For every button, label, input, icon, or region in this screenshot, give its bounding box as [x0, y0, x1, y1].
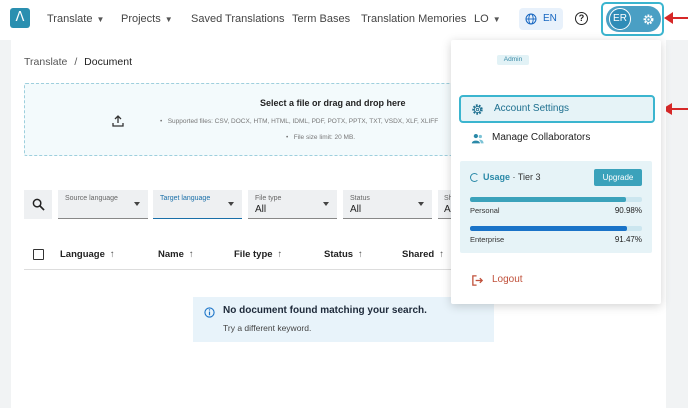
nav-term-bases[interactable]: Term Bases	[292, 13, 350, 25]
upload-icon	[112, 115, 124, 127]
file-type-label: File type	[255, 195, 282, 202]
empty-state-message: No document found matching your search. …	[193, 297, 494, 342]
users-icon	[471, 133, 484, 144]
usage-tier: · Tier 3	[512, 172, 541, 182]
breadcrumb-root[interactable]: Translate	[24, 56, 67, 68]
manage-collaborators-menu-item[interactable]: Manage Collaborators	[459, 124, 655, 152]
column-status-label: Status	[324, 249, 354, 260]
usage-label: Usage	[483, 172, 511, 182]
nav-translation-memories-label: Translation Memories	[361, 13, 467, 25]
breadcrumb-current: Document	[84, 56, 133, 68]
language-label: EN	[543, 13, 557, 24]
help-icon[interactable]: ?	[575, 12, 588, 25]
usage-panel: Usage · Tier 3 Upgrade Personal 90.98% E…	[460, 161, 652, 253]
highlight-box-user-menu	[601, 2, 664, 36]
chevron-down-icon: ▼	[164, 15, 173, 24]
column-shared-label: Shared	[402, 249, 435, 260]
dropzone-supported-files: • Supported files: CSV, DOCX, HTM, HTML,…	[160, 118, 439, 125]
shared-value: A	[444, 204, 451, 215]
personal-usage-percent: 90.98%	[614, 206, 642, 215]
nav-projects[interactable]: Projects ▼	[121, 13, 173, 25]
source-language-label: Source language	[65, 195, 118, 202]
column-file-type[interactable]: File type ↑	[234, 249, 282, 260]
upgrade-button[interactable]: Upgrade	[594, 169, 642, 186]
app-logo-icon[interactable]: Λ	[10, 8, 30, 28]
breadcrumb: Translate / Document	[24, 56, 132, 68]
column-name-label: Name	[158, 249, 184, 260]
language-switcher-button[interactable]: EN	[519, 8, 563, 30]
source-language-select[interactable]: Source language	[58, 190, 148, 219]
column-language[interactable]: Language ↑	[60, 249, 115, 260]
column-language-label: Language	[60, 249, 105, 260]
status-value: All	[350, 204, 362, 215]
gear-icon	[472, 104, 483, 115]
usage-header: Usage · Tier 3	[470, 172, 541, 182]
nav-translate[interactable]: Translate ▼	[47, 13, 104, 25]
select-all-checkbox[interactable]	[33, 249, 44, 260]
file-type-value: All	[255, 204, 267, 215]
file-dropzone[interactable]: Select a file or drag and drop here • Su…	[24, 83, 474, 156]
top-navigation-bar: Λ Translate ▼ Projects ▼ Saved Translation…	[0, 0, 688, 40]
enterprise-usage-percent: 91.47%	[614, 235, 642, 244]
nav-saved-translations-label: Saved Translations	[191, 13, 285, 25]
caret-down-icon	[323, 202, 329, 206]
column-name[interactable]: Name ↑	[158, 249, 194, 260]
nav-translate-label: Translate	[47, 13, 93, 25]
annotation-arrow-icon	[664, 12, 688, 24]
role-badge: Admin	[497, 55, 529, 65]
logout-menu-item[interactable]: Logout	[459, 266, 655, 294]
account-settings-label: Account Settings	[494, 103, 570, 114]
chevron-down-icon: ▼	[492, 15, 501, 24]
empty-state-title: No document found matching your search.	[223, 305, 427, 316]
target-language-select[interactable]: Target language	[153, 190, 242, 219]
status-select[interactable]: Status All	[343, 190, 432, 219]
search-icon	[32, 198, 45, 211]
dropzone-supported-text: Supported files: CSV, DOCX, HTM, HTML, I…	[167, 118, 439, 125]
enterprise-usage-label: Enterprise	[470, 235, 505, 244]
personal-usage-label: Personal	[470, 206, 500, 215]
nav-translation-memories[interactable]: Translation Memories	[361, 13, 466, 25]
sort-arrow-icon: ↑	[277, 249, 283, 260]
status-label: Status	[350, 195, 370, 202]
manage-collaborators-label: Manage Collaborators	[492, 132, 591, 143]
info-icon	[204, 307, 215, 318]
dropzone-limit-text: File size limit: 20 MB.	[293, 134, 356, 141]
sort-arrow-icon: ↑	[439, 249, 444, 260]
nav-lo-label: LO	[474, 13, 489, 25]
personal-usage-bar	[470, 197, 642, 202]
dropzone-title[interactable]: Select a file or drag and drop here	[260, 98, 406, 108]
breadcrumb-separator: /	[74, 56, 78, 68]
account-settings-menu-item[interactable]: Account Settings	[459, 95, 655, 123]
user-dropdown-menu: Admin Account Settings Manage Collaborat…	[451, 40, 661, 304]
chevron-down-icon: ▼	[96, 15, 105, 24]
empty-state-subtitle: Try a different keyword.	[223, 323, 312, 333]
enterprise-usage-bar-fill	[470, 226, 628, 231]
nav-term-bases-label: Term Bases	[292, 13, 351, 25]
sort-arrow-icon: ↑	[109, 249, 115, 260]
personal-usage-bar-fill	[470, 197, 627, 202]
column-status[interactable]: Status ↑	[324, 249, 363, 260]
globe-icon	[525, 13, 537, 25]
logout-icon	[472, 275, 484, 286]
column-shared[interactable]: Shared ↑	[402, 249, 444, 260]
enterprise-usage-bar	[470, 226, 642, 231]
target-language-label: Target language	[160, 195, 211, 202]
column-file-type-label: File type	[234, 249, 273, 260]
logout-label: Logout	[492, 274, 523, 285]
caret-down-icon	[418, 202, 424, 206]
caret-down-icon	[134, 202, 140, 206]
nav-saved-translations[interactable]: Saved Translations	[191, 13, 285, 25]
search-button[interactable]	[24, 190, 52, 219]
nav-lo[interactable]: LO ▼	[474, 13, 501, 25]
sort-arrow-icon: ↑	[358, 249, 363, 260]
file-type-select[interactable]: File type All	[248, 190, 337, 219]
sort-arrow-icon: ↑	[188, 249, 194, 260]
caret-down-icon	[228, 202, 234, 206]
table-header-row: Language ↑ Name ↑ File type ↑ Status ↑ Share…	[24, 248, 464, 270]
nav-projects-label: Projects	[121, 13, 161, 25]
dropzone-size-limit: • File size limit: 20 MB.	[286, 134, 356, 141]
